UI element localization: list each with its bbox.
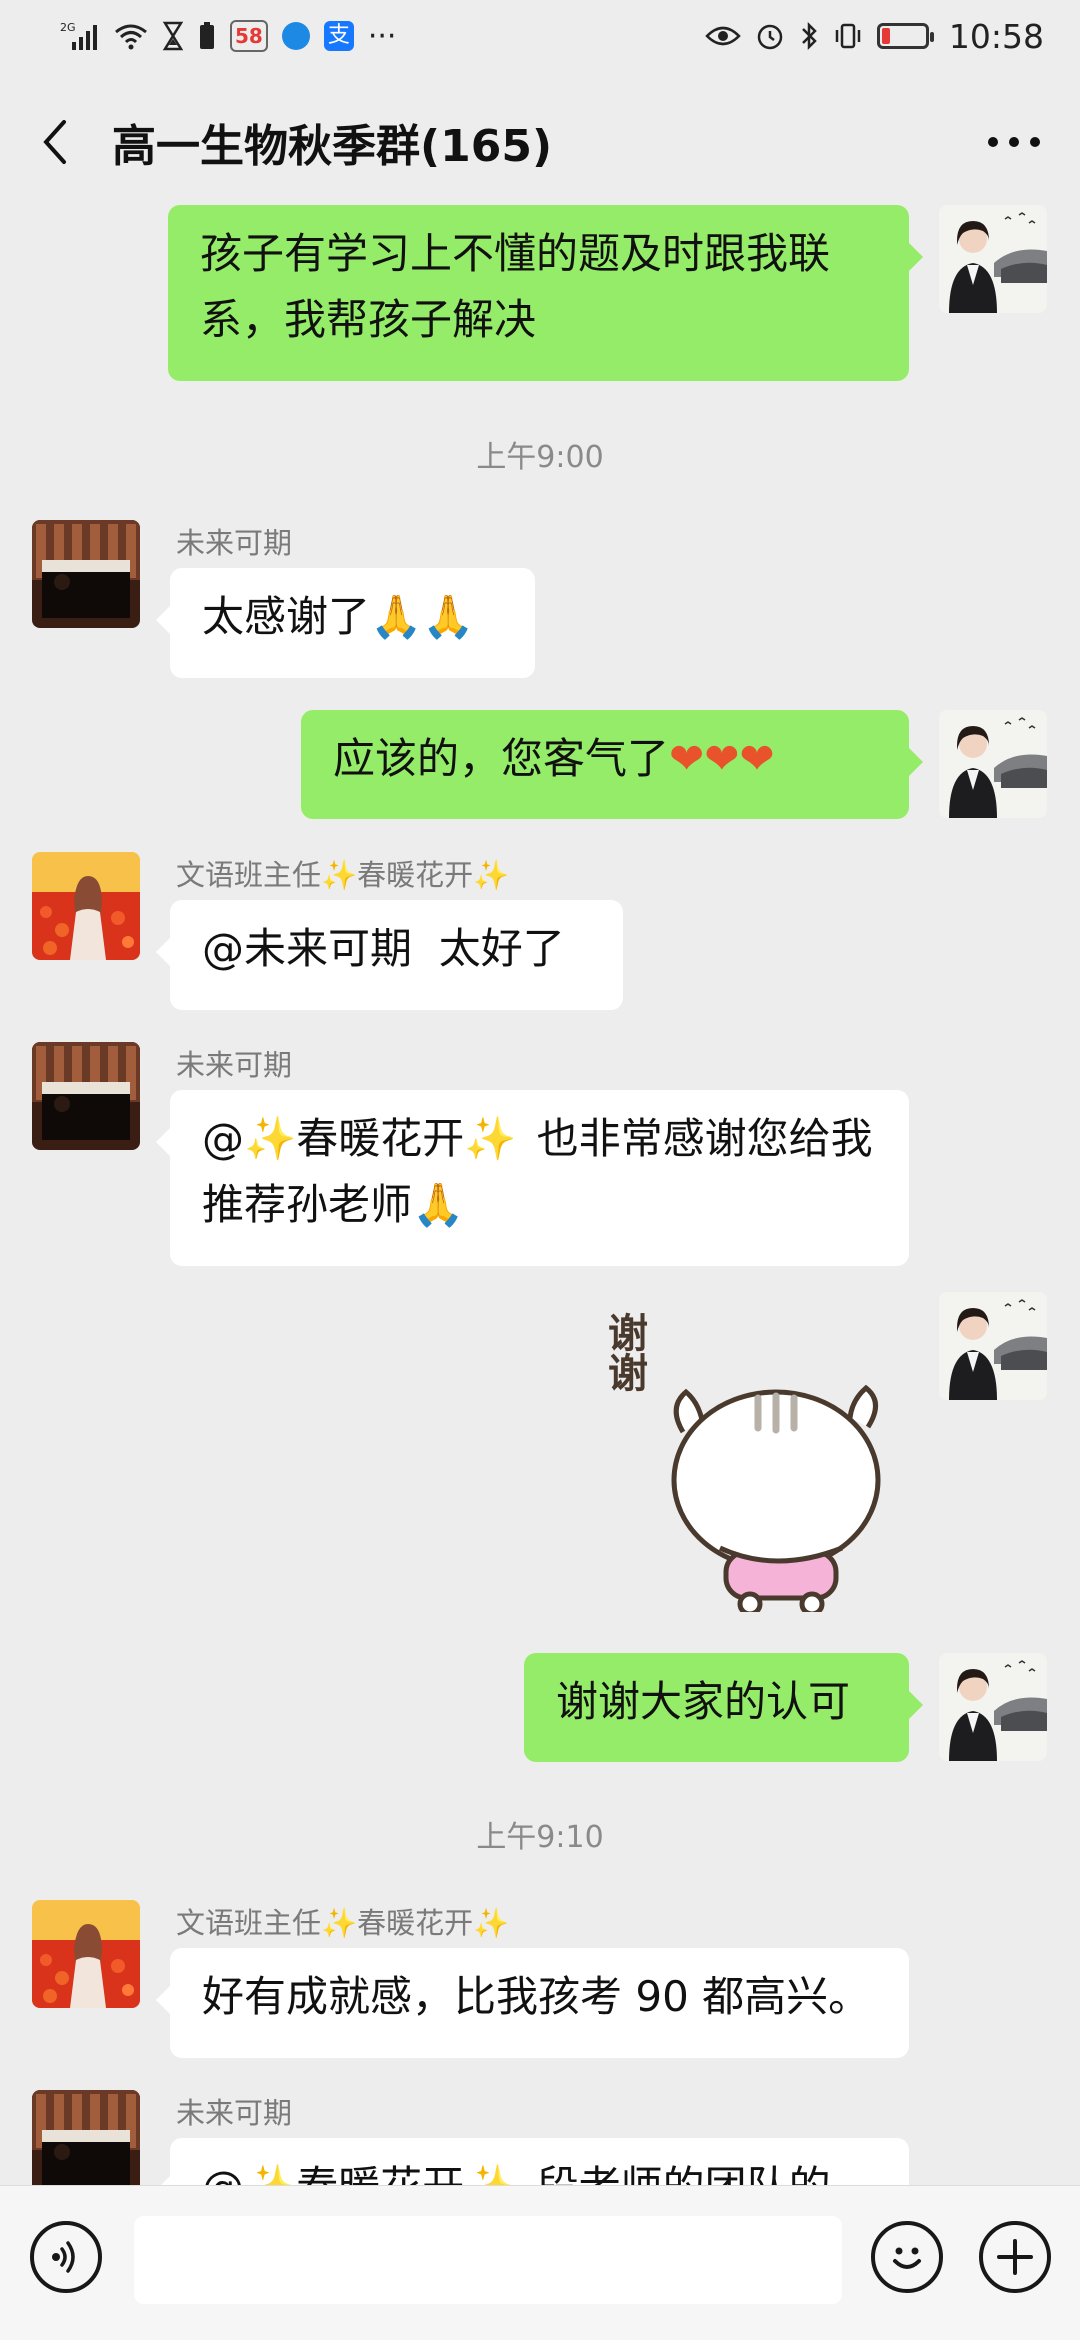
message-bubble[interactable]: @未来可期 太好了 [156, 900, 623, 1010]
browser-icon [281, 18, 310, 54]
network-type-label: 2G [60, 21, 76, 34]
avatar[interactable] [32, 1042, 140, 1150]
hourglass-icon [162, 18, 184, 54]
message-bubble[interactable]: 好有成就感，比我孩考 90 都高兴。 [156, 1948, 909, 2058]
piano-avatar-image [32, 1042, 140, 1150]
message-bubble[interactable]: 谢谢大家的认可 [524, 1653, 923, 1762]
cellular-signal-icon: 2G [60, 18, 100, 54]
input-bar [0, 2185, 1080, 2340]
sender-prefix: 文语班主任 [176, 1906, 322, 1940]
sparkles-emoji: ✨ [464, 1114, 517, 1163]
avatar[interactable] [939, 205, 1047, 313]
sparkles-emoji: ✨ [244, 1114, 297, 1163]
timestamp: 上午9:00 [476, 440, 604, 475]
message-bubble[interactable]: 太感谢了🙏🙏 [156, 568, 535, 678]
vibrate-icon [833, 18, 863, 54]
flowers-avatar-image [32, 1900, 140, 2008]
sender-display-name: 春暖花开 [357, 1906, 474, 1940]
avatar[interactable] [939, 1653, 1047, 1761]
app-58-label: 58 [230, 20, 268, 52]
avatar[interactable] [32, 2090, 140, 2185]
chat-header: 高一生物秋季群(165) [0, 72, 1080, 212]
message-text: 谢谢大家的认可 [556, 1677, 851, 1726]
piano-avatar-image [32, 2090, 140, 2185]
status-right: 10:58 [705, 17, 1044, 56]
more-button[interactable] [984, 112, 1044, 172]
message-text: 太感谢了 [202, 592, 371, 641]
bow-hands-emoji: 🙏 [412, 1180, 465, 1229]
sender-name: 未来可期 [176, 2096, 293, 2130]
voice-icon [52, 2241, 75, 2273]
alipay-icon: 支 [323, 18, 354, 54]
sender-display-name: 春暖花开 [357, 858, 474, 892]
app-58-icon: 58 [230, 18, 268, 54]
message-text: 应该的，您客气了 [333, 734, 670, 783]
avatar[interactable] [32, 852, 140, 960]
avatar[interactable] [32, 1900, 140, 2008]
sparkles-emoji: ✨ [244, 2162, 296, 2185]
message-input[interactable] [134, 2216, 842, 2304]
bow-hands-emoji: 🙏🙏 [370, 592, 475, 641]
mention-name: 春暖花开 [296, 1114, 465, 1163]
sparkles-emoji: ✨ [473, 858, 510, 892]
eye-icon [705, 18, 741, 54]
back-button[interactable] [36, 112, 72, 172]
emoji-button[interactable] [871, 2221, 943, 2293]
message-text: 段老师的团队的 [537, 2162, 831, 2185]
avatar[interactable] [32, 520, 140, 628]
mention-at: @ [202, 2162, 244, 2185]
battery-saver-icon [198, 18, 216, 54]
teacher-avatar-image [939, 710, 1047, 818]
sticker[interactable]: 谢谢 [598, 1312, 898, 1612]
sender-prefix: 文语班主任 [176, 858, 322, 892]
emoji-icon [893, 2247, 921, 2269]
teacher-avatar-image [939, 1653, 1047, 1761]
status-left: 2G 58 支 ··· [60, 18, 396, 54]
cat-sticker-image [671, 1384, 881, 1612]
sender-name: 文语班主任✨春暖花开✨ [176, 1900, 509, 1942]
sparkles-emoji: ✨ [321, 858, 358, 892]
message-text: @未来可期 太好了 [202, 924, 565, 973]
message-text: 好有成就感，比我孩考 90 都高兴。 [202, 1972, 871, 2021]
sparkles-emoji: ✨ [473, 1906, 510, 1940]
voice-button[interactable] [30, 2221, 102, 2293]
plus-button[interactable] [979, 2221, 1051, 2293]
sparkles-emoji: ✨ [464, 2162, 516, 2185]
message-bubble[interactable]: @✨春暖花开✨ 也非常感谢您给我推荐孙老师🙏 [156, 1090, 909, 1266]
sender-name: 未来可期 [176, 526, 293, 560]
timestamp: 上午9:10 [476, 1820, 604, 1855]
sparkles-emoji: ✨ [321, 1906, 358, 1940]
chevron-left-icon [43, 120, 66, 164]
more-dots-icon [988, 137, 1040, 147]
message-text: 孩子有学习上不懂的题及时跟我联系，我帮孩子解决 [200, 229, 831, 344]
avatar[interactable] [939, 710, 1047, 818]
flowers-avatar-image [32, 852, 140, 960]
sender-name: 文语班主任✨春暖花开✨ [176, 852, 509, 894]
teacher-avatar-image [939, 205, 1047, 313]
battery-icon [876, 18, 934, 54]
bluetooth-icon [799, 18, 819, 54]
alipay-label: 支 [323, 21, 354, 51]
teacher-avatar-image [939, 1292, 1047, 1400]
message-list[interactable]: 孩子有学习上不懂的题及时跟我联系，我帮孩子解决 上午9:00 未来可期 太感谢了… [0, 200, 1080, 2185]
status-bar: 2G 58 支 ··· 10:58 [0, 0, 1080, 72]
message-bubble[interactable]: 应该的，您客气了❤❤❤ [301, 710, 923, 819]
wifi-icon [114, 18, 148, 54]
more-notifications-icon: ··· [367, 18, 397, 54]
sender-name: 未来可期 [176, 1048, 293, 1082]
orange-heart-emoji: ❤❤❤ [669, 734, 775, 783]
clock: 10:58 [948, 16, 1044, 56]
plus-icon [997, 2239, 1033, 2275]
avatar[interactable] [939, 1292, 1047, 1400]
message-bubble[interactable]: 孩子有学习上不懂的题及时跟我联系，我帮孩子解决 [168, 205, 923, 381]
alarm-icon [755, 18, 785, 54]
mention-at: @ [202, 1114, 244, 1163]
mention-name: 春暖花开 [296, 2162, 464, 2185]
chat-title: 高一生物秋季群(165) [112, 121, 553, 172]
piano-avatar-image [32, 520, 140, 628]
message-bubble[interactable]: @✨春暖花开✨段老师的团队的 [156, 2138, 909, 2185]
